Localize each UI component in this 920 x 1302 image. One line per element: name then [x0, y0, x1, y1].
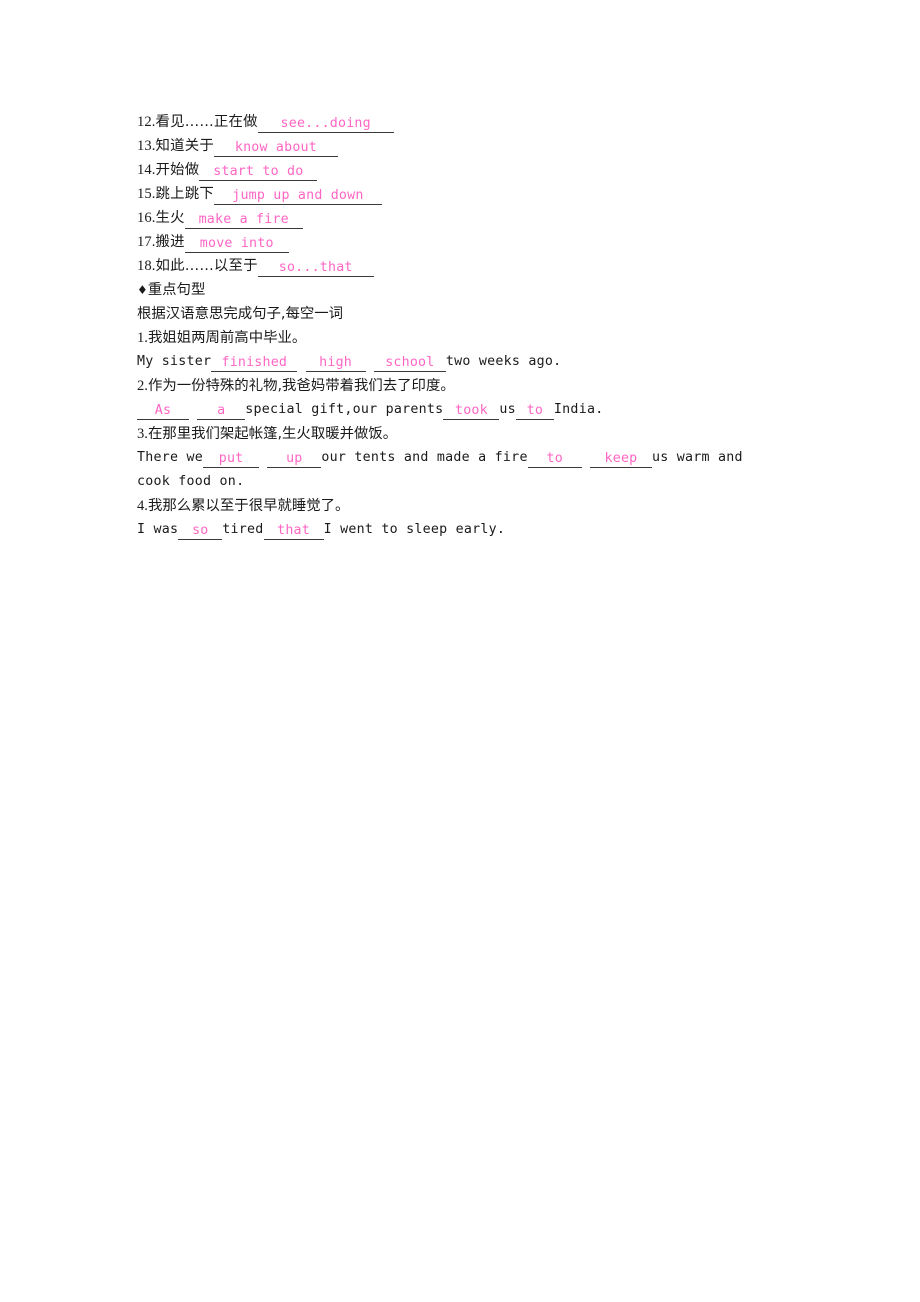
diamond-bullet-icon: ♦ — [137, 283, 148, 297]
sentence-segment: us — [499, 402, 516, 417]
sentence-number: 4. — [137, 498, 148, 514]
sentence-2-chinese: 2.作为一份特殊的礼物,我爸妈带着我们去了印度。 — [137, 374, 797, 398]
section-instruction: 根据汉语意思完成句子,每空一词 — [137, 306, 344, 322]
answer-blank-finished[interactable]: finished — [211, 354, 298, 372]
phrase-prompt: 开始做 — [155, 162, 200, 178]
phrase-number: 12. — [137, 114, 156, 130]
phrase-item-15: 15.跳上跳下 jump up and down — [137, 182, 797, 206]
sentence-segment — [297, 354, 305, 369]
phrase-item-16: 16.生火 make a fire — [137, 206, 797, 230]
phrase-item-14: 14.开始做 start to do — [137, 158, 797, 182]
sentence-segment — [366, 354, 374, 369]
phrase-answer-blank[interactable]: move into — [184, 235, 289, 253]
phrase-answer-blank[interactable]: jump up and down — [213, 187, 382, 205]
phrase-number: 17. — [137, 234, 156, 250]
sentence-4-english: I was so tired that I went to sleep early. — [137, 518, 797, 542]
sentence-number: 3. — [137, 426, 148, 442]
sentence-segment: There we — [137, 450, 204, 465]
phrase-answer-blank[interactable]: start to do — [199, 163, 318, 181]
phrase-item-17: 17.搬进 move into — [137, 230, 797, 254]
sentence-segment: tired — [222, 522, 264, 537]
sentence-3-chinese: 3.在那里我们架起帐篷,生火取暖并做饭。 — [137, 422, 797, 446]
sentence-segment: I was — [137, 522, 179, 537]
answer-blank-to[interactable]: to — [515, 402, 554, 420]
sentence-1-chinese: 1.我姐姐两周前高中毕业。 — [137, 326, 797, 350]
phrase-number: 15. — [137, 186, 156, 202]
section-heading: ♦重点句型 — [137, 278, 797, 302]
sentence-segment: two weeks ago. — [445, 354, 562, 369]
sentence-4-chinese: 4.我那么累以至于很早就睡觉了。 — [137, 494, 797, 518]
sentence-chinese-text: 我姐姐两周前高中毕业。 — [147, 330, 307, 346]
worksheet-content: 12.看见……正在做 see...doing 13.知道关于 know about … — [137, 110, 797, 542]
answer-blank-school[interactable]: school — [373, 354, 446, 372]
phrase-answer-blank[interactable]: make a fire — [184, 211, 303, 229]
worksheet-page: 12.看见……正在做 see...doing 13.知道关于 know about … — [0, 0, 920, 1302]
sentence-segment — [189, 402, 197, 417]
phrase-prompt: 搬进 — [155, 234, 185, 250]
phrase-prompt: 看见……正在做 — [155, 114, 258, 130]
sentence-number: 1. — [137, 330, 148, 346]
sentence-chinese-text: 我那么累以至于很早就睡觉了。 — [147, 498, 350, 514]
sentence-segment: India. — [553, 402, 604, 417]
sentence-segment: our tents and made a fire — [321, 450, 528, 465]
answer-blank-a[interactable]: a — [197, 402, 246, 420]
phrase-number: 18. — [137, 258, 156, 274]
phrase-item-13: 13.知道关于 know about — [137, 134, 797, 158]
answer-blank-put[interactable]: put — [203, 450, 260, 468]
sentence-3-english: There we put up our tents and made a fire t… — [137, 446, 782, 494]
sentence-2-english: As a special gift,our parents took us to Indi… — [137, 398, 797, 422]
phrase-item-12: 12.看见……正在做 see...doing — [137, 110, 797, 134]
sentence-segment: My sister — [137, 354, 212, 369]
sentence-chinese-text: 在那里我们架起帐篷,生火取暖并做饭。 — [147, 426, 398, 442]
answer-blank-as[interactable]: As — [137, 402, 189, 420]
phrase-prompt: 跳上跳下 — [155, 186, 214, 202]
phrase-prompt: 如此……以至于 — [155, 258, 258, 274]
phrase-answer-blank[interactable]: see...doing — [257, 115, 394, 133]
sentence-segment — [582, 450, 590, 465]
phrase-number: 14. — [137, 162, 156, 178]
sentence-segment: special gift,our parents — [245, 402, 444, 417]
phrase-prompt: 生火 — [155, 210, 185, 226]
section-heading-label: 重点句型 — [147, 282, 206, 298]
answer-blank-so[interactable]: so — [178, 522, 223, 540]
sentence-segment — [259, 450, 267, 465]
phrase-answer-blank[interactable]: so...that — [257, 259, 374, 277]
phrase-item-18: 18.如此……以至于 so...that — [137, 254, 797, 278]
sentence-chinese-text: 作为一份特殊的礼物,我爸妈带着我们去了印度。 — [147, 378, 455, 394]
answer-blank-took[interactable]: took — [443, 402, 500, 420]
phrase-number: 16. — [137, 210, 156, 226]
sentence-1-english: My sister finished high school two weeks a… — [137, 350, 797, 374]
phrase-number: 13. — [137, 138, 156, 154]
sentence-segment: I went to sleep early. — [323, 522, 506, 537]
phrase-prompt: 知道关于 — [155, 138, 214, 154]
answer-blank-up[interactable]: up — [267, 450, 322, 468]
phrase-answer-blank[interactable]: know about — [213, 139, 338, 157]
answer-blank-that[interactable]: that — [263, 522, 324, 540]
answer-blank-to-keep[interactable]: to — [527, 450, 582, 468]
answer-blank-keep[interactable]: keep — [589, 450, 652, 468]
answer-blank-high[interactable]: high — [305, 354, 366, 372]
sentence-number: 2. — [137, 378, 148, 394]
